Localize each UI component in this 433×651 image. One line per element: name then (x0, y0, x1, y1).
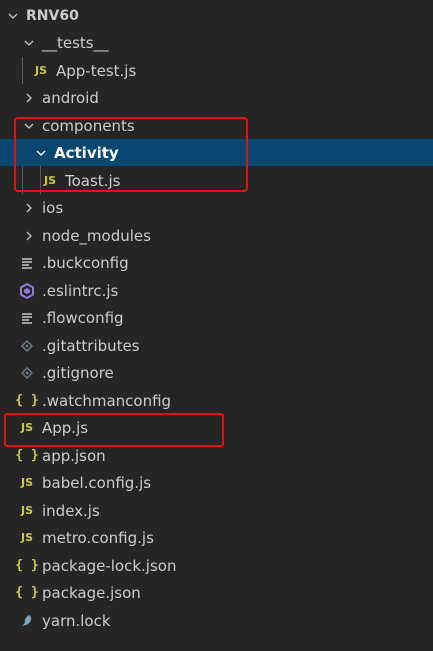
folder-node-modules[interactable]: node_modules (0, 222, 433, 249)
chevron-down-icon (22, 38, 36, 48)
yarn-icon (18, 614, 36, 628)
file-toast-js[interactable]: JS Toast.js (0, 167, 433, 194)
chevron-right-icon (22, 203, 36, 213)
folder-label: components (42, 116, 135, 135)
js-file-icon: JS (20, 421, 33, 434)
file-label: index.js (42, 501, 100, 520)
file-label: Toast.js (65, 171, 121, 190)
folder-android[interactable]: android (0, 84, 433, 111)
json-braces-icon: { } (15, 585, 39, 600)
folder-label: node_modules (42, 226, 151, 245)
file-package-json[interactable]: { } package.json (0, 579, 433, 606)
folder-label: __tests__ (42, 33, 109, 52)
file-label: .flowconfig (42, 308, 124, 327)
text-lines-icon (18, 257, 36, 269)
folder-tests[interactable]: __tests__ (0, 29, 433, 56)
json-braces-icon: { } (15, 393, 39, 408)
file-label: .gitignore (42, 363, 114, 382)
file-label: yarn.lock (42, 611, 111, 630)
file-flowconfig[interactable]: .flowconfig (0, 304, 433, 331)
file-index-js[interactable]: JS index.js (0, 497, 433, 524)
folder-ios[interactable]: ios (0, 194, 433, 221)
chevron-right-icon (22, 93, 36, 103)
json-braces-icon: { } (15, 558, 39, 573)
folder-components[interactable]: components (0, 112, 433, 139)
file-eslintrc-js[interactable]: .eslintrc.js (0, 277, 433, 304)
folder-label: Activity (54, 143, 119, 162)
root-folder-label: RNV60 (26, 7, 79, 24)
file-label: .eslintrc.js (42, 281, 119, 300)
file-buckconfig[interactable]: .buckconfig (0, 249, 433, 276)
chevron-down-icon (34, 148, 48, 158)
folder-activity[interactable]: Activity (0, 139, 433, 166)
js-file-icon: JS (43, 174, 56, 187)
js-file-icon: JS (34, 64, 47, 77)
js-file-icon: JS (20, 531, 33, 544)
file-label: App.js (42, 418, 89, 437)
file-label: App-test.js (56, 61, 137, 80)
file-label: .gitattributes (42, 336, 140, 355)
text-lines-icon (18, 312, 36, 324)
js-file-icon: JS (20, 476, 33, 489)
chevron-down-icon (22, 121, 36, 131)
file-watchmanconfig[interactable]: { } .watchmanconfig (0, 387, 433, 414)
git-diamond-icon (18, 366, 36, 379)
folder-label: android (42, 88, 99, 107)
chevron-down-icon (6, 11, 20, 21)
git-diamond-icon (18, 339, 36, 352)
file-gitattributes[interactable]: .gitattributes (0, 332, 433, 359)
explorer-root-folder[interactable]: RNV60 (0, 2, 433, 29)
file-app-js[interactable]: JS App.js (0, 414, 433, 441)
file-gitignore[interactable]: .gitignore (0, 359, 433, 386)
file-label: .watchmanconfig (42, 391, 172, 410)
file-package-lock-json[interactable]: { } package-lock.json (0, 552, 433, 579)
file-label: metro.config.js (42, 528, 154, 547)
folder-label: ios (42, 198, 64, 217)
file-metro-config-js[interactable]: JS metro.config.js (0, 524, 433, 551)
file-label: app.json (42, 446, 106, 465)
file-yarn-lock[interactable]: yarn.lock (0, 607, 433, 634)
js-file-icon: JS (20, 504, 33, 517)
file-babel-config-js[interactable]: JS babel.config.js (0, 469, 433, 496)
json-braces-icon: { } (15, 448, 39, 463)
file-label: babel.config.js (42, 473, 152, 492)
file-label: .buckconfig (42, 253, 129, 272)
file-label: package-lock.json (42, 556, 177, 575)
file-app-test-js[interactable]: JS App-test.js (0, 57, 433, 84)
file-label: package.json (42, 583, 141, 602)
file-app-json[interactable]: { } app.json (0, 442, 433, 469)
chevron-right-icon (22, 231, 36, 241)
eslint-icon (18, 282, 36, 299)
